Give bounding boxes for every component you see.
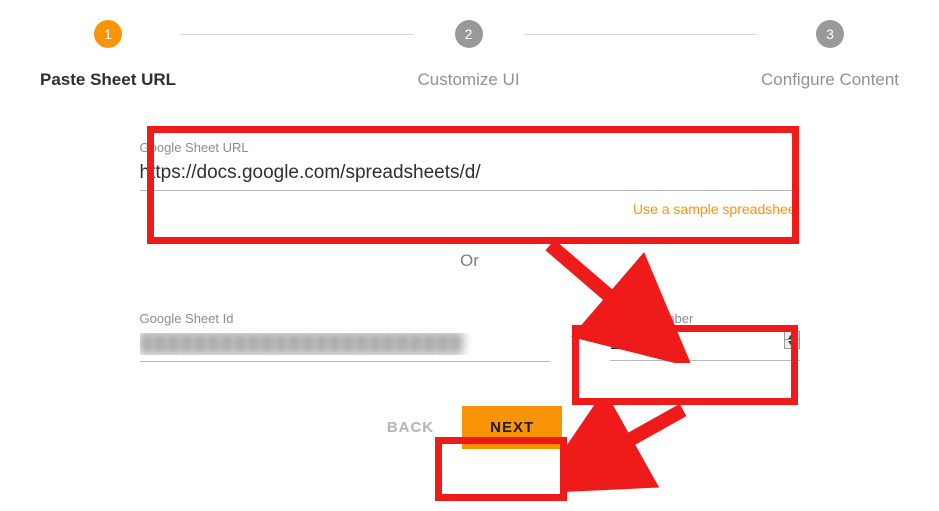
- sheet-id-label: Google Sheet Id: [140, 311, 550, 326]
- step-3-number: 3: [816, 20, 844, 48]
- chevron-down-icon: [788, 341, 796, 347]
- url-input[interactable]: [140, 158, 800, 191]
- sample-spreadsheet-link[interactable]: Use a sample spreadsheet: [140, 201, 800, 217]
- stepper-line: [180, 34, 413, 35]
- url-field-block: Google Sheet URL Use a sample spreadshee…: [140, 130, 800, 219]
- next-button[interactable]: NEXT: [462, 406, 562, 449]
- chevron-up-icon: [788, 333, 796, 339]
- step-1-number: 1: [94, 20, 122, 48]
- annotation-arrow-2: [563, 402, 703, 492]
- step-3-label: Configure Content: [761, 70, 899, 90]
- back-button[interactable]: BACK: [377, 407, 444, 448]
- step-2-label: Customize UI: [418, 70, 520, 90]
- annotation-arrow-1: [540, 233, 700, 363]
- or-divider: Or: [140, 251, 800, 271]
- step-2[interactable]: 2 Customize UI: [418, 20, 520, 90]
- step-1[interactable]: 1 Paste Sheet URL: [40, 20, 176, 90]
- url-label: Google Sheet URL: [140, 140, 800, 155]
- id-and-number-row: Google Sheet Id Sheet Number: [140, 301, 800, 364]
- sheet-id-block: Google Sheet Id: [140, 301, 550, 364]
- spinner-up-button[interactable]: [784, 331, 800, 340]
- stepper: 1 Paste Sheet URL 2 Customize UI 3 Confi…: [0, 0, 939, 90]
- spinner-down-button[interactable]: [784, 340, 800, 349]
- number-spinner: [784, 331, 800, 349]
- step-3[interactable]: 3 Configure Content: [761, 20, 899, 90]
- step-1-label: Paste Sheet URL: [40, 70, 176, 90]
- step-2-number: 2: [455, 20, 483, 48]
- stepper-line: [524, 34, 757, 35]
- sheet-id-input[interactable]: [140, 329, 550, 362]
